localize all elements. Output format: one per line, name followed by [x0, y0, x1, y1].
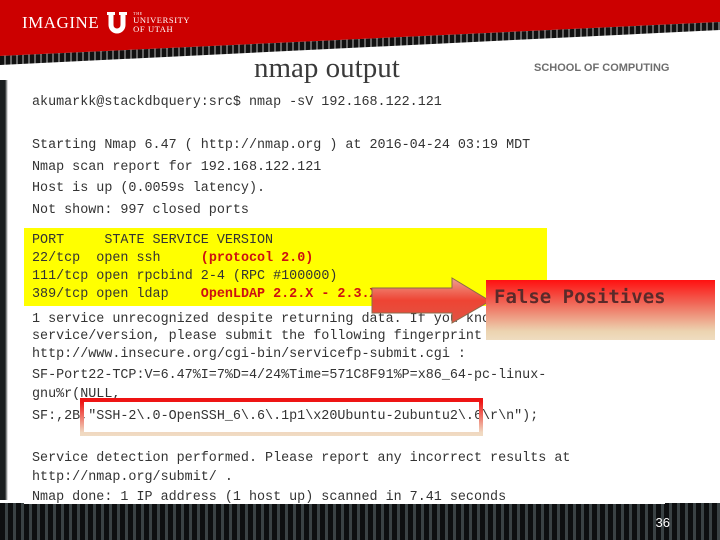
version: OpenLDAP 2.2.X - 2.3.X: [200, 287, 378, 302]
state: open: [96, 269, 137, 284]
summary-line: http://nmap.org/submit/ .: [32, 470, 233, 485]
terminal-line: Starting Nmap 6.47 ( http://nmap.org ) a…: [32, 138, 531, 153]
fingerprint-line: http://www.insecure.org/cgi-bin/servicef…: [32, 347, 466, 362]
service: ldap: [136, 287, 201, 302]
page-number: 36: [655, 515, 670, 530]
ports-header: PORT STATE SERVICE VERSION: [32, 233, 274, 248]
port: 389/tcp: [32, 287, 89, 302]
service: ssh: [136, 251, 201, 266]
state: open: [96, 251, 137, 266]
right-arrow-icon: [371, 277, 490, 324]
state: open: [96, 287, 137, 302]
callout-text: False Positives: [494, 286, 666, 308]
service: rpcbind: [136, 269, 201, 284]
school-name: SCHOOL OF COMPUTING: [534, 62, 670, 74]
port-row: 111/tcp open rpcbind 2-4 (RPC #100000): [32, 269, 337, 285]
port: 22/tcp: [32, 251, 89, 266]
logo-university-text: THE UNIVERSITY OF UTAH: [133, 12, 190, 34]
port: 111/tcp: [32, 269, 89, 284]
fingerprint-line: SF-Port22-TCP:V=6.47%I=7%D=4/24%Time=571…: [32, 368, 547, 383]
logo-of-utah: OF UTAH: [133, 24, 174, 34]
summary-line: Service detection performed. Please repo…: [32, 451, 571, 466]
fingerprint-line: service/version, please submit the follo…: [32, 329, 507, 344]
version: (protocol 2.0): [200, 251, 314, 266]
version: 2-4 (RPC #100000): [200, 269, 338, 284]
terminal-line: Host is up (0.0059s latency).: [32, 181, 266, 196]
terminal-command: akumarkk@stackdbquery:src$ nmap -sV 192.…: [32, 95, 442, 110]
slide-footer: [0, 503, 720, 540]
summary-line: Nmap done: 1 IP address (1 host up) scan…: [32, 490, 507, 505]
terminal-line: Not shown: 997 closed ports: [32, 203, 249, 218]
slide-left-border: [0, 80, 24, 500]
slide-title: nmap output: [254, 52, 400, 84]
fingerprint-highlight-box: [80, 398, 483, 436]
university-logo: IMAGINE THE UNIVERSITY OF UTAH: [22, 12, 190, 34]
false-positives-callout: False Positives: [486, 280, 715, 340]
terminal-line: Nmap scan report for 192.168.122.121: [32, 160, 322, 175]
port-row: 22/tcp open ssh (protocol 2.0): [32, 251, 313, 267]
logo-imagine-text: IMAGINE: [22, 13, 100, 32]
university-u-logo-icon: [107, 12, 128, 34]
port-row: 389/tcp open ldap OpenLDAP 2.2.X - 2.3.X: [32, 287, 378, 303]
